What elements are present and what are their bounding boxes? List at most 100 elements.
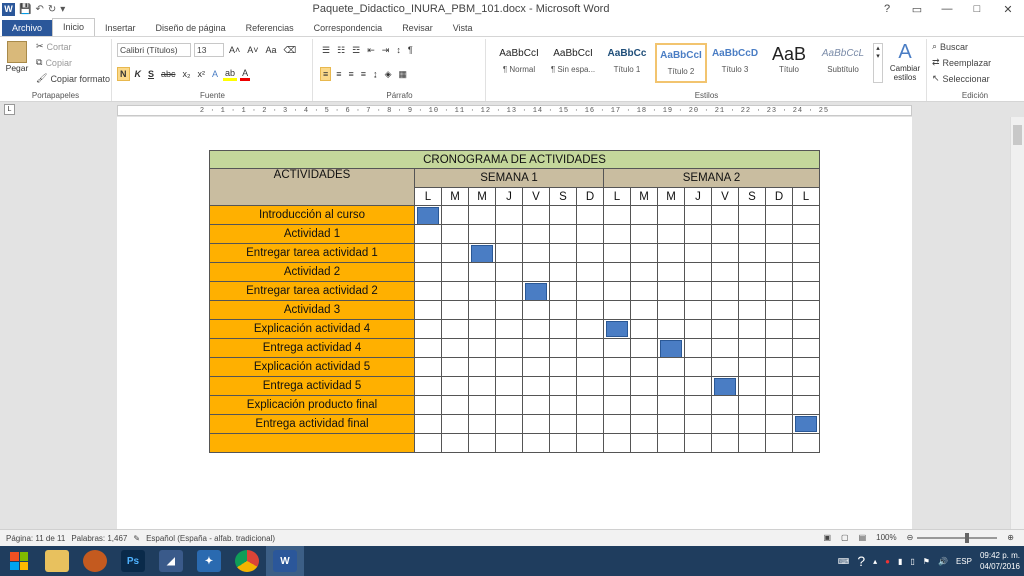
schedule-cell[interactable] <box>495 338 523 358</box>
highlight-icon[interactable]: ab <box>223 67 238 81</box>
schedule-cell[interactable] <box>441 376 469 396</box>
schedule-cell[interactable] <box>576 338 604 358</box>
schedule-cell[interactable] <box>522 338 550 358</box>
schedule-cell[interactable] <box>576 300 604 320</box>
schedule-cell[interactable] <box>468 376 496 396</box>
language-indicator[interactable]: Español (España - alfab. tradicional) <box>146 534 275 543</box>
schedule-cell[interactable] <box>792 262 820 282</box>
taskbar-chrome[interactable] <box>228 546 266 576</box>
schedule-cell[interactable] <box>657 224 685 244</box>
change-styles-button[interactable]: A Cambiar estilos <box>885 41 925 82</box>
schedule-cell[interactable] <box>495 357 523 377</box>
shrink-font-icon[interactable]: A˅ <box>245 43 260 57</box>
schedule-cell[interactable] <box>684 205 712 225</box>
schedule-cell[interactable] <box>765 205 793 225</box>
schedule-cell[interactable] <box>684 224 712 244</box>
horizontal-ruler[interactable]: 2 · 1 · 1 · 2 · 3 · 4 · 5 · 6 · 7 · 8 · … <box>117 105 912 116</box>
help-tray-icon[interactable]: ? <box>857 553 865 569</box>
schedule-cell[interactable] <box>603 281 631 301</box>
day-header[interactable]: S <box>738 187 766 206</box>
schedule-cell[interactable] <box>522 205 550 225</box>
schedule-cell[interactable] <box>711 319 739 339</box>
activity-cell[interactable]: Entregar tarea actividad 1 <box>209 243 415 263</box>
schedule-cell[interactable] <box>792 414 820 434</box>
schedule-cell[interactable] <box>414 319 442 339</box>
save-icon[interactable]: 💾 <box>19 4 31 15</box>
tab-vista[interactable]: Vista <box>443 20 483 36</box>
input-language[interactable]: ESP <box>956 557 972 566</box>
schedule-cell[interactable] <box>711 262 739 282</box>
schedule-cell[interactable] <box>522 243 550 263</box>
schedule-cell[interactable] <box>441 262 469 282</box>
schedule-cell[interactable] <box>414 376 442 396</box>
schedule-cell[interactable] <box>414 243 442 263</box>
schedule-cell[interactable] <box>765 319 793 339</box>
borders-icon[interactable]: ▦ <box>396 67 409 81</box>
schedule-cell[interactable] <box>549 262 577 282</box>
schedule-cell[interactable] <box>792 433 820 453</box>
schedule-cell[interactable] <box>603 433 631 453</box>
keyboard-icon[interactable]: ⌨ <box>838 557 850 566</box>
schedule-cell[interactable] <box>603 357 631 377</box>
schedule-cell[interactable] <box>549 395 577 415</box>
schedule-cell[interactable] <box>549 224 577 244</box>
taskbar-explorer[interactable] <box>38 546 76 576</box>
schedule-cell[interactable] <box>738 243 766 263</box>
schedule-cell[interactable] <box>738 376 766 396</box>
schedule-cell[interactable] <box>603 395 631 415</box>
schedule-cell[interactable] <box>468 224 496 244</box>
antivirus-icon[interactable]: ● <box>885 557 890 566</box>
schedule-cell[interactable] <box>441 300 469 320</box>
justify-icon[interactable]: ≡ <box>359 67 368 81</box>
schedule-cell[interactable] <box>549 243 577 263</box>
zoom-in-icon[interactable]: ⊕ <box>1007 533 1014 542</box>
line-spacing-icon[interactable]: ↨ <box>371 67 380 81</box>
schedule-cell[interactable] <box>522 262 550 282</box>
schedule-cell[interactable] <box>684 319 712 339</box>
activity-cell[interactable] <box>209 433 415 453</box>
text-effects-icon[interactable]: A <box>210 67 220 81</box>
schedule-cell[interactable] <box>549 205 577 225</box>
schedule-cell[interactable] <box>630 243 658 263</box>
zoom-out-icon[interactable]: ⊖ <box>907 533 914 542</box>
schedule-cell[interactable] <box>738 300 766 320</box>
tab-referencias[interactable]: Referencias <box>236 20 304 36</box>
schedule-cell[interactable] <box>576 205 604 225</box>
schedule-cell[interactable] <box>765 395 793 415</box>
day-header[interactable]: L <box>414 187 442 206</box>
schedule-cell[interactable] <box>738 262 766 282</box>
web-layout-icon[interactable]: ▤ <box>859 533 867 542</box>
schedule-cell[interactable] <box>549 338 577 358</box>
italic-icon[interactable]: K <box>133 67 144 81</box>
schedule-cell[interactable] <box>603 262 631 282</box>
schedule-cell[interactable] <box>468 262 496 282</box>
schedule-cell[interactable] <box>657 357 685 377</box>
schedule-cell[interactable] <box>414 224 442 244</box>
schedule-cell[interactable] <box>522 300 550 320</box>
schedule-cell[interactable] <box>765 357 793 377</box>
schedule-cell[interactable] <box>576 395 604 415</box>
schedule-cell[interactable] <box>738 281 766 301</box>
schedule-cell[interactable] <box>414 300 442 320</box>
tab-selector[interactable]: L <box>4 104 15 115</box>
tab-diseno-pagina[interactable]: Diseño de página <box>146 20 236 36</box>
schedule-cell[interactable] <box>792 395 820 415</box>
schedule-cell[interactable] <box>603 243 631 263</box>
find-button[interactable]: ⌕ Buscar <box>932 41 968 52</box>
activity-cell[interactable]: Explicación actividad 4 <box>209 319 415 339</box>
schedule-cell[interactable] <box>738 433 766 453</box>
activity-cell[interactable]: Entrega actividad 4 <box>209 338 415 358</box>
schedule-cell[interactable] <box>630 338 658 358</box>
multilevel-icon[interactable]: ☲ <box>350 43 362 57</box>
day-header[interactable]: L <box>792 187 820 206</box>
schedule-cell[interactable] <box>441 243 469 263</box>
schedule-cell[interactable] <box>414 205 442 225</box>
schedule-cell[interactable] <box>495 319 523 339</box>
schedule-cell[interactable] <box>603 338 631 358</box>
day-header[interactable]: V <box>522 187 550 206</box>
schedule-cell[interactable] <box>657 319 685 339</box>
tab-correspondencia[interactable]: Correspondencia <box>304 20 393 36</box>
activity-cell[interactable]: Actividad 2 <box>209 262 415 282</box>
volume-icon[interactable]: 🔊 <box>938 557 948 566</box>
style-titulo[interactable]: AaB Título <box>763 43 815 83</box>
